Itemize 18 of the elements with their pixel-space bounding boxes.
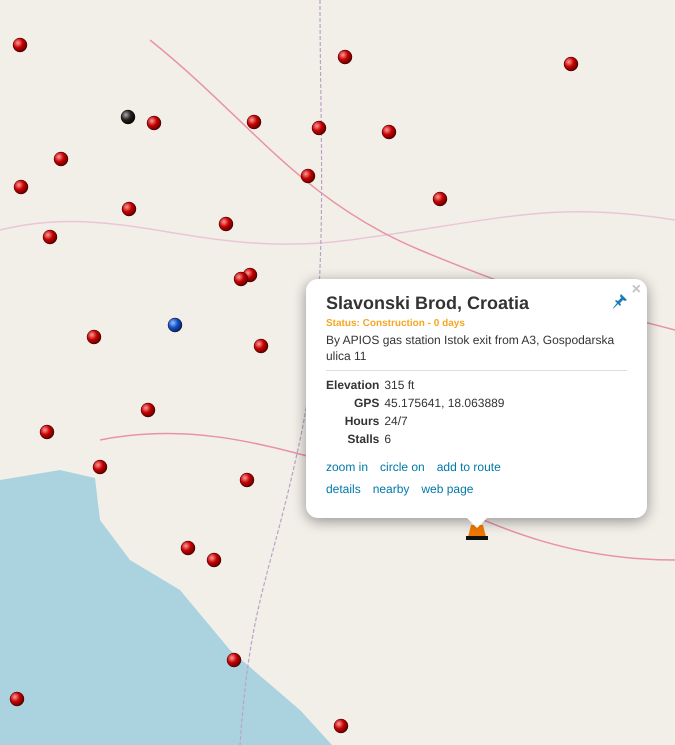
popup-link[interactable]: add to route <box>436 460 501 474</box>
detail-value: 6 <box>384 431 392 448</box>
detail-label: Elevation <box>326 377 380 394</box>
popup-title: Slavonski Brod, Croatia <box>326 293 530 314</box>
status-text: Status: Construction - 0 days <box>326 318 465 329</box>
address-text: By APIOS gas station Istok exit from A3, Gospodarska ulica 11 <box>326 332 627 371</box>
popup-link[interactable]: details <box>326 482 361 496</box>
detail-value: 45.175641, 18.063889 <box>384 395 504 412</box>
popup-link[interactable]: circle on <box>380 460 425 474</box>
detail-label: Hours <box>344 413 380 430</box>
detail-label: Stalls <box>347 431 380 448</box>
detail-value: 24/7 <box>384 413 408 430</box>
popup-link[interactable]: web page <box>421 482 474 496</box>
pushpin-icon[interactable] <box>612 293 628 309</box>
detail-label: GPS <box>354 395 380 412</box>
popup-link[interactable]: nearby <box>372 482 410 496</box>
popup-link[interactable]: zoom in <box>326 460 368 474</box>
detail-value: 315 ft <box>384 377 414 394</box>
